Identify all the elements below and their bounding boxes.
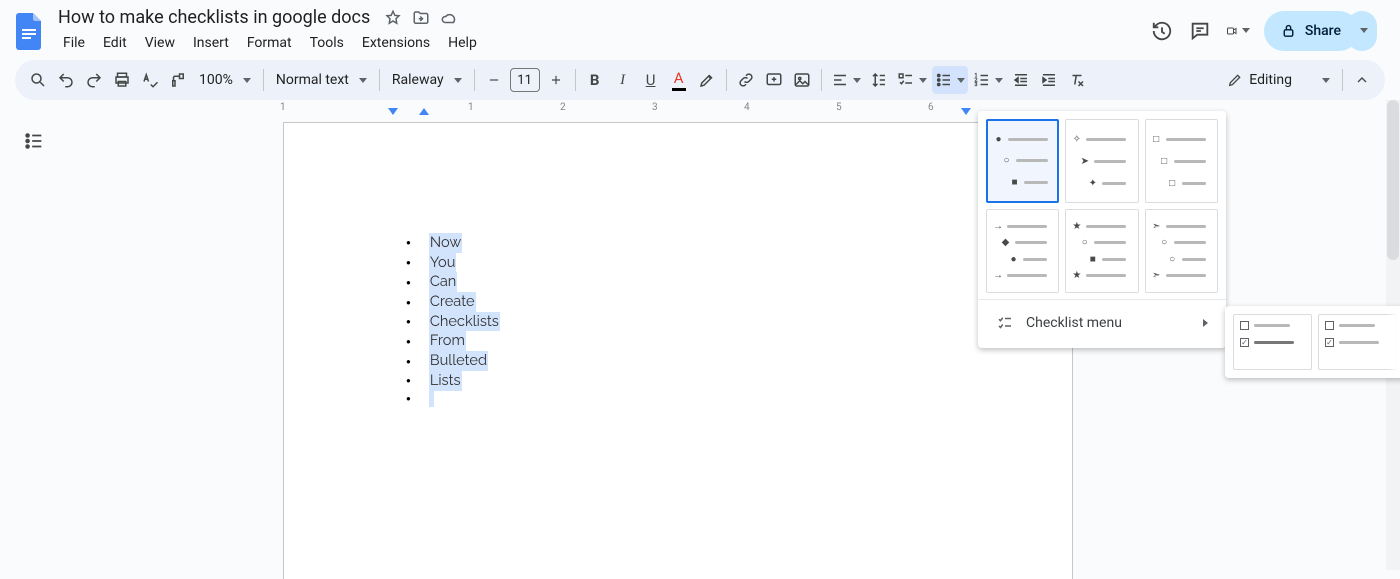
menu-insert[interactable]: Insert	[186, 32, 236, 54]
paint-format-icon[interactable]	[165, 66, 191, 94]
share-button[interactable]: Share	[1264, 11, 1359, 51]
ruler-mark: 5	[836, 102, 842, 113]
bullet-preset-diamond[interactable]: ✧ ➤ ✦	[1065, 119, 1138, 203]
clear-format-icon[interactable]	[1064, 66, 1090, 94]
zoom-dropdown[interactable]: 100%	[193, 66, 257, 94]
line-spacing-icon[interactable]	[866, 66, 892, 94]
list-item[interactable]: You	[406, 253, 1072, 273]
list-item[interactable]: Now	[406, 233, 1072, 253]
style-value: Normal text	[276, 72, 349, 88]
outline-icon[interactable]	[23, 130, 45, 152]
bullet-preset-disc[interactable]: ● ○ ■	[986, 119, 1059, 203]
font-size-input[interactable]: 11	[510, 68, 540, 92]
checklist-preset-strike[interactable]: ✓	[1233, 314, 1312, 370]
add-comment-icon[interactable]	[761, 66, 787, 94]
align-icon[interactable]	[828, 66, 864, 94]
numbered-list-icon[interactable]: 123	[970, 66, 1006, 94]
increase-indent-icon[interactable]	[1036, 66, 1062, 94]
list-item[interactable]: Bulleted	[406, 351, 1072, 371]
search-icon[interactable]	[25, 66, 51, 94]
paragraph-style-dropdown[interactable]: Normal text	[270, 66, 373, 94]
menu-tools[interactable]: Tools	[303, 32, 351, 54]
history-icon[interactable]	[1150, 19, 1174, 43]
star-icon[interactable]	[384, 9, 402, 27]
spellcheck-icon[interactable]	[137, 66, 163, 94]
list-item[interactable]: Can	[406, 272, 1072, 292]
insert-image-icon[interactable]	[789, 66, 815, 94]
editing-mode-dropdown[interactable]: Editing	[1221, 66, 1336, 94]
chevron-right-icon	[1203, 319, 1208, 327]
share-dropdown[interactable]	[1347, 11, 1377, 51]
checklist-submenu: ✓ ✓	[1225, 306, 1400, 378]
menu-bar: File Edit View Insert Format Tools Exten…	[54, 30, 484, 54]
indent-marker-right[interactable]	[961, 108, 971, 115]
menu-view[interactable]: View	[138, 32, 182, 54]
list-item[interactable]	[406, 391, 1072, 407]
bold-icon[interactable]: B	[582, 66, 608, 94]
checklist-preset-plain[interactable]: ✓	[1318, 314, 1397, 370]
indent-marker-left[interactable]	[388, 108, 398, 115]
increase-font-icon[interactable]	[543, 66, 569, 94]
checklist-menu-label: Checklist menu	[1026, 315, 1122, 331]
decrease-indent-icon[interactable]	[1008, 66, 1034, 94]
editing-mode-label: Editing	[1249, 72, 1292, 88]
font-dropdown[interactable]: Raleway	[386, 66, 468, 94]
bullet-preset-chevron[interactable]: ➣ ○ ○ ➣	[1145, 209, 1218, 293]
page-content[interactable]: Now You Can Create Checklists From Bulle…	[284, 123, 1072, 407]
font-value: Raleway	[392, 72, 444, 88]
menu-file[interactable]: File	[56, 32, 92, 54]
list-item[interactable]: Create	[406, 292, 1072, 312]
print-icon[interactable]	[109, 66, 135, 94]
text-color-icon[interactable]: A	[666, 66, 692, 94]
list-item[interactable]: From	[406, 331, 1072, 351]
italic-icon[interactable]: I	[610, 66, 636, 94]
docs-app-icon[interactable]	[15, 11, 45, 51]
menu-edit[interactable]: Edit	[96, 32, 134, 54]
underline-icon[interactable]: U	[638, 66, 664, 94]
ruler-mark: 1	[468, 102, 474, 113]
menu-format[interactable]: Format	[240, 32, 299, 54]
link-icon[interactable]	[733, 66, 759, 94]
move-icon[interactable]	[412, 9, 430, 27]
redo-icon[interactable]	[81, 66, 107, 94]
ruler-mark: 2	[560, 102, 566, 113]
checklist-icon[interactable]	[894, 66, 930, 94]
document-page[interactable]: Now You Can Create Checklists From Bulle…	[283, 122, 1073, 579]
header: How to make checklists in google docs Fi…	[0, 0, 1400, 56]
bulleted-list-dropdown: ● ○ ■ ✧ ➤ ✦ □ □ □ → ◆ ● → ★ ○ ■ ★ ➣ ○	[978, 111, 1226, 348]
menu-extensions[interactable]: Extensions	[355, 32, 437, 54]
menu-help[interactable]: Help	[441, 32, 484, 54]
list-item[interactable]: Lists	[406, 371, 1072, 391]
doc-title[interactable]: How to make checklists in google docs	[54, 5, 374, 30]
bullet-preset-square[interactable]: □ □ □	[1145, 119, 1218, 203]
share-label: Share	[1305, 23, 1341, 39]
left-panel	[0, 100, 68, 579]
checklist-menu-item[interactable]: Checklist menu	[986, 306, 1218, 340]
ruler-mark: 6	[928, 102, 934, 113]
decrease-font-icon[interactable]	[481, 66, 507, 94]
list-item[interactable]: Checklists	[406, 312, 1072, 332]
svg-text:3: 3	[974, 82, 977, 88]
highlight-icon[interactable]	[694, 66, 720, 94]
toolbar: 100% Normal text Raleway 11 B I U A 123 …	[15, 60, 1385, 100]
bullet-preset-arrow[interactable]: → ◆ ● →	[986, 209, 1059, 293]
ruler-mark: 4	[744, 102, 750, 113]
comments-icon[interactable]	[1188, 19, 1212, 43]
ruler-mark: 3	[652, 102, 658, 113]
undo-icon[interactable]	[53, 66, 79, 94]
bullet-preset-star[interactable]: ★ ○ ■ ★	[1065, 209, 1138, 293]
bulleted-list-icon[interactable]	[932, 66, 968, 94]
indent-marker-first[interactable]	[419, 108, 429, 115]
collapse-toolbar-icon[interactable]	[1349, 66, 1375, 94]
cloud-status-icon[interactable]	[440, 9, 458, 27]
zoom-value: 100%	[199, 72, 233, 88]
ruler-mark: 1	[280, 102, 286, 113]
scrollbar-thumb[interactable]	[1387, 100, 1399, 260]
title-area: How to make checklists in google docs Fi…	[54, 5, 484, 54]
header-right: Share	[1150, 11, 1377, 51]
meet-icon[interactable]	[1226, 19, 1250, 43]
